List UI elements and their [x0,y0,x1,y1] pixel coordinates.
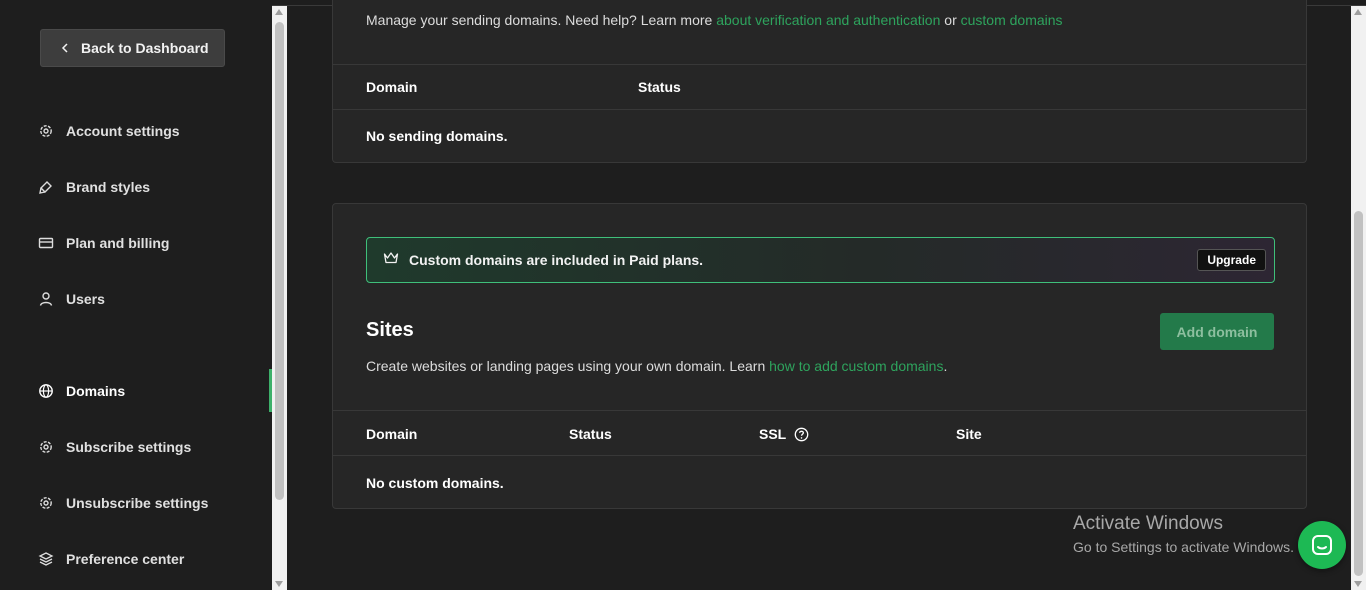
sidebar-item-unsubscribe-settings[interactable]: Unsubscribe settings [38,491,208,515]
scrollbar-thumb[interactable] [1354,211,1363,576]
divider [333,455,1306,456]
sidebar-item-subscribe-settings[interactable]: Subscribe settings [38,435,191,459]
sidebar-item-label: Subscribe settings [66,439,192,455]
sidebar-item-label: Account settings [66,123,180,139]
sidebar-item-account-settings[interactable]: Account settings [38,119,180,143]
sending-domains-card: Manage your sending domains. Need help? … [332,0,1307,163]
sidebar-item-label: Users [66,291,105,307]
chat-launcher-button[interactable] [1298,521,1346,569]
sites-card: Custom domains are included in Paid plan… [332,203,1307,509]
sidebar-item-domains[interactable]: Domains [38,379,125,403]
sidebar-item-label: Brand styles [66,179,151,195]
sites-desc-suffix: . [943,358,948,374]
scrollbar-thumb[interactable] [275,22,284,500]
chat-icon [1312,535,1332,555]
divider [333,410,1306,411]
back-label: Back to Dashboard [81,40,209,56]
column-header-ssl: SSL [759,426,809,442]
sending-desc-or: or [940,12,961,28]
sidebar-item-users[interactable]: Users [38,287,105,311]
gear-icon [40,497,52,509]
scroll-down-arrow-icon[interactable] [1354,581,1362,587]
column-header-status: Status [638,79,681,95]
divider [333,109,1306,110]
sidebar-item-plan-billing[interactable]: Plan and billing [38,231,169,255]
scroll-up-arrow-icon[interactable] [1354,9,1362,15]
banner-text: Custom domains are included in Paid plan… [409,252,704,268]
layers-icon [38,552,54,566]
section-title: Sites [366,319,414,341]
sites-description: Create websites or landing pages using y… [366,358,947,374]
ssl-label: SSL [759,426,787,442]
column-header-status: Status [569,426,612,442]
back-to-dashboard-button[interactable]: Back to Dashboard [40,29,225,67]
column-header-domain: Domain [366,79,418,95]
page-scrollbar[interactable] [1351,6,1366,590]
credit-card-icon [38,237,54,249]
gear-icon [40,441,52,453]
add-custom-domains-link[interactable]: how to add custom domains [769,358,943,374]
add-domain-button[interactable]: Add domain [1160,313,1274,350]
sidebar-item-brand-styles[interactable]: Brand styles [38,175,150,199]
sidebar-scrollbar[interactable] [272,6,287,590]
upgrade-button[interactable]: Upgrade [1197,249,1266,271]
chevron-left-icon [61,40,69,56]
sidebar-item-preference-center[interactable]: Preference center [38,547,184,571]
sidebar-item-label: Preference center [66,551,185,567]
column-header-domain: Domain [366,426,418,442]
column-header-site: Site [956,426,982,442]
custom-domains-link[interactable]: custom domains [961,12,1063,28]
sending-description: Manage your sending domains. Need help? … [366,12,1063,28]
globe-icon [39,384,53,398]
sidebar-item-label: Unsubscribe settings [66,495,209,511]
crown-icon [383,251,399,270]
gear-icon [40,125,52,137]
empty-state-message: No sending domains. [366,128,508,144]
divider [333,64,1306,65]
sites-desc-text: Create websites or landing pages using y… [366,358,770,374]
activate-windows-watermark: Activate Windows Go to Settings to activ… [1073,513,1294,555]
scroll-up-arrow-icon[interactable] [275,9,283,15]
user-icon [39,292,53,306]
scroll-down-arrow-icon[interactable] [275,581,283,587]
help-circle-icon[interactable] [794,427,809,442]
sidebar-item-label: Domains [66,383,126,399]
watermark-subtitle: Go to Settings to activate Windows. [1073,539,1294,555]
brush-icon [39,181,52,194]
settings-sidebar: Back to Dashboard Account settings Brand… [0,0,272,590]
paid-plan-banner: Custom domains are included in Paid plan… [366,237,1275,283]
verification-link[interactable]: about verification and authentication [716,12,940,28]
sending-desc-text: Manage your sending domains. Need help? … [366,12,717,28]
watermark-title: Activate Windows [1073,513,1223,534]
empty-state-message: No custom domains. [366,475,504,491]
sidebar-item-label: Plan and billing [66,235,170,251]
